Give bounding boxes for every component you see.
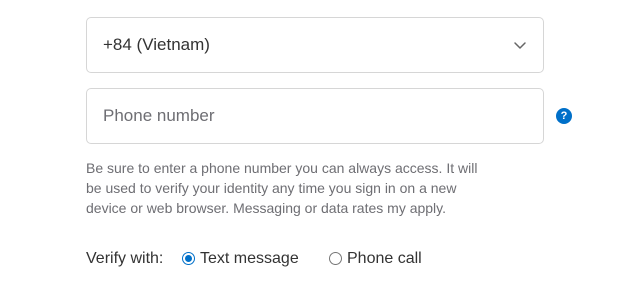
radio-unchecked-icon — [329, 252, 342, 265]
radio-text-message-label: Text message — [200, 250, 299, 267]
notice-line: be used to verify your identity any time… — [86, 180, 457, 196]
country-code-value: +84 (Vietnam) — [103, 35, 210, 54]
chevron-down-icon — [514, 42, 526, 49]
notice-line: device or web browser. Messaging or data… — [86, 200, 447, 216]
phone-number-input[interactable] — [87, 89, 543, 143]
country-code-select[interactable]: +84 (Vietnam) — [86, 17, 544, 73]
radio-checked-icon — [182, 252, 195, 265]
radio-phone-call-label: Phone call — [347, 250, 422, 267]
radio-dot — [185, 255, 192, 262]
verify-with-label: Verify with: — [86, 250, 164, 267]
phone-number-field — [86, 88, 544, 144]
notice-line: Be sure to enter a phone number you can … — [86, 160, 478, 176]
phone-notice-text: Be sure to enter a phone number you can … — [86, 158, 506, 218]
help-question-icon[interactable]: ? — [556, 108, 572, 124]
